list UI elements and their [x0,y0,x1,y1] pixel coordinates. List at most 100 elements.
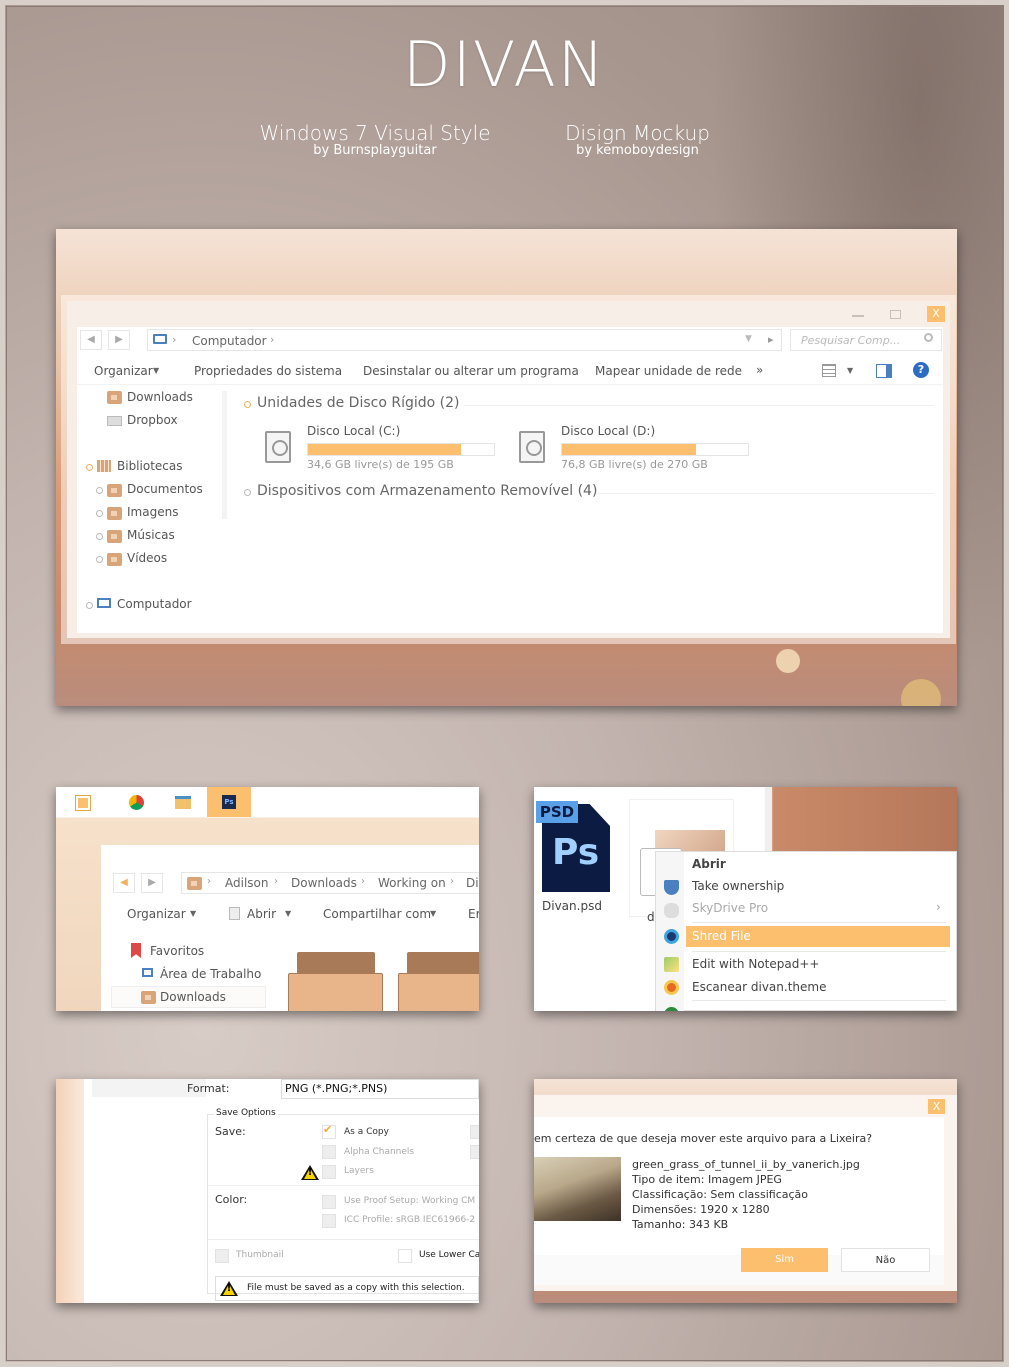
expand-icon[interactable] [86,602,93,609]
sidebar-item-libraries[interactable]: Bibliotecas [117,459,182,473]
sidebar-scrollbar[interactable] [222,391,227,519]
format-select[interactable]: PNG (*.PNG;*.PNS) [281,1079,479,1099]
dropbox-icon [107,416,122,426]
icc-profile-checkbox[interactable] [322,1214,336,1228]
menu-item-skydrive[interactable]: SkyDrive Pro [692,901,768,915]
expand-icon[interactable] [96,556,103,563]
chevron-down-icon[interactable]: ▼ [745,334,752,344]
divider [597,493,934,494]
organize-menu[interactable]: Organizar [127,907,186,921]
group-header-removable[interactable]: Dispositivos com Armazenamento Removível… [257,483,597,499]
help-icon[interactable]: ? [913,362,929,378]
dialog-window: X em certeza de que deseja mover este ar… [534,1095,957,1291]
sidebar-item-documents[interactable]: Documentos [127,482,203,496]
sidebar-item-dropbox[interactable]: Dropbox [127,413,178,427]
organize-menu[interactable]: Organizar [94,364,153,378]
group-header-hard-disks[interactable]: Unidades de Disco Rígido (2) [257,395,459,411]
no-button[interactable]: Não [841,1248,930,1272]
system-properties-button[interactable]: Propriedades do sistema [194,364,342,378]
sidebar-item-computer[interactable]: Computador [117,597,192,611]
forward-button[interactable]: ▶ [108,330,130,350]
breadcrumb[interactable]: › Adilson › Downloads › Working on › Di [181,872,479,894]
view-options-icon[interactable] [822,364,836,377]
chrome-icon[interactable] [129,795,144,810]
expand-icon[interactable] [96,510,103,517]
breadcrumb-item[interactable]: Di [466,876,479,890]
checkbox[interactable] [470,1145,479,1159]
sidebar-item-desktop[interactable]: Área de Trabalho [160,967,261,981]
open-menu[interactable]: Abrir [247,907,276,921]
divider [208,1239,479,1240]
yes-button[interactable]: Sim [741,1248,828,1272]
sidebar-item-images[interactable]: Imagens [127,505,178,519]
thumbnail-checkbox[interactable] [215,1249,229,1263]
expand-icon[interactable] [96,533,103,540]
uninstall-button[interactable]: Desinstalar ou alterar um programa [363,364,579,378]
chevron-down-icon[interactable]: ▼ [847,366,853,375]
computer-icon [153,334,167,344]
alpha-channels-label: Alpha Channels [344,1147,415,1157]
collapse-icon[interactable] [244,401,251,408]
address-bar[interactable]: › Computador › ▼ ▸ [147,329,782,351]
search-placeholder: Pesquisar Comp... [801,334,901,347]
proof-setup-checkbox[interactable] [322,1195,336,1209]
file-label[interactable]: Divan.psd [542,899,602,913]
shield-icon [664,880,679,895]
more-button[interactable]: » [756,363,763,377]
open-icon [229,907,240,920]
menu-item-take-ownership[interactable]: Take ownership [692,879,784,893]
back-button[interactable]: ◀ [113,873,135,893]
icc-profile-label: ICC Profile: sRGB IEC61966-2 [344,1215,476,1225]
expand-icon[interactable] [96,487,103,494]
breadcrumb-item[interactable]: Downloads [291,876,357,890]
alpha-channels-checkbox[interactable] [322,1145,336,1159]
sidebar-item-favorites[interactable]: Favoritos [150,944,204,958]
sidebar-item-music[interactable]: Músicas [127,528,175,542]
folder-icon-front [288,973,383,1011]
share-menu[interactable]: Compartilhar com [323,907,431,921]
toolbar-item[interactable]: Er [468,907,479,921]
search-input[interactable]: Pesquisar Comp... [790,329,942,351]
credit-author: by kemoboydesign [576,143,699,158]
back-button[interactable]: ◀ [80,330,102,350]
cloud-icon [664,903,679,918]
sidebar-item-downloads[interactable]: Downloads [160,990,226,1004]
psd-file-icon[interactable]: Ps PSD [536,801,610,892]
credit-title: Windows 7 Visual Style [259,121,491,145]
checkbox[interactable] [470,1125,479,1139]
file-name: green_grass_of_tunnel_ii_by_vanerich.jpg [632,1158,860,1171]
drive-name[interactable]: Disco Local (C:) [307,424,400,438]
minimize-button[interactable] [852,315,864,317]
menu-item-open[interactable]: Abrir [692,857,726,871]
folder-icon-front [398,973,479,1011]
chevron-right-icon: › [361,876,365,887]
use-lower-case-checkbox[interactable] [398,1249,412,1263]
expand-icon[interactable] [86,464,93,471]
maximize-button[interactable] [890,310,901,319]
menu-item-scan[interactable]: Escanear divan.theme [692,980,826,994]
sidebar-item-downloads[interactable]: Downloads [127,390,193,404]
layers-checkbox[interactable] [322,1165,336,1179]
hard-drive-icon [519,431,545,463]
close-button[interactable]: X [927,306,945,322]
close-button[interactable]: X [928,1099,945,1114]
breadcrumb-item[interactable]: Adilson [225,876,268,890]
explorer-icon[interactable] [175,796,191,809]
expand-icon[interactable] [244,489,251,496]
music-icon [107,530,122,543]
dialog-body: em certeza de que deseja mover este arqu… [534,1117,944,1285]
map-drive-button[interactable]: Mapear unidade de rede [595,364,742,378]
warning-icon [301,1165,319,1180]
preview-pane-icon[interactable] [876,364,892,378]
sidebar-item-videos[interactable]: Vídeos [127,551,167,565]
layers-label: Layers [344,1166,374,1176]
app-icon[interactable] [76,796,90,810]
images-icon [107,507,122,520]
photoshop-icon[interactable]: Ps [222,795,236,809]
forward-button[interactable]: ▶ [141,873,163,893]
drive-name[interactable]: Disco Local (D:) [561,424,655,438]
menu-item-notepad[interactable]: Edit with Notepad++ [692,957,819,971]
breadcrumb-item[interactable]: Working on [378,876,446,890]
menu-item-shred-file[interactable]: Shred File [692,929,751,943]
refresh-icon[interactable]: ▸ [768,333,774,346]
